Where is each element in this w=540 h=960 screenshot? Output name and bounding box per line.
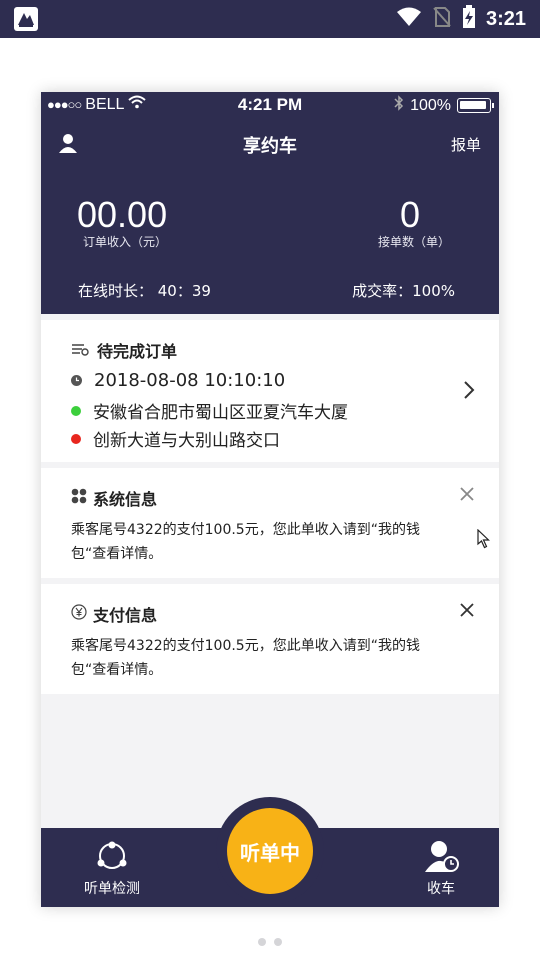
no-sim-icon — [432, 6, 452, 32]
order-time: 2018-08-08 10:10:10 — [94, 370, 286, 391]
orders-label: 接单数（单） — [378, 235, 451, 249]
battery-icon — [457, 98, 494, 113]
deal-rate: 成交率：100% — [352, 282, 455, 300]
close-icon[interactable] — [459, 486, 475, 506]
page-dot — [274, 938, 282, 946]
app-notification-icon — [14, 7, 38, 31]
nav-bar: 享约车 报单 — [41, 130, 499, 160]
page-indicator — [0, 938, 540, 946]
android-status-bar: 3:21 — [0, 0, 540, 38]
payment-message-title: 支付信息 — [93, 606, 158, 625]
battery-charging-icon — [462, 5, 476, 33]
listening-button[interactable]: 听单中 — [227, 808, 313, 894]
bluetooth-icon — [394, 95, 404, 116]
app-header: ●●●○○ BELL 4:21 PM 100% 享约车 报单 00.00 订单收… — [41, 92, 499, 314]
report-button[interactable]: 报单 — [451, 134, 481, 155]
tab-end-shift-label: 收车 — [427, 881, 455, 897]
order-list-icon — [71, 341, 89, 360]
order-origin: 安徽省合肥市蜀山区亚夏汽车大厦 — [93, 403, 348, 423]
grid-icon — [71, 488, 87, 508]
chevron-right-icon[interactable] — [463, 380, 475, 404]
battery-percent: 100% — [410, 96, 451, 114]
destination-dot-icon — [71, 433, 81, 444]
payment-message-card: 支付信息 乘客尾号4322的支付100.5元，您此单收入请到“我的钱包“查看详情… — [41, 584, 499, 694]
yuan-icon — [71, 604, 87, 624]
system-message-title: 系统信息 — [93, 490, 158, 509]
ios-status-bar: ●●●○○ BELL 4:21 PM 100% — [41, 92, 499, 118]
mouse-cursor-icon — [477, 528, 491, 553]
driver-clock-icon — [425, 840, 459, 876]
pending-order-title: 待完成订单 — [97, 342, 178, 361]
android-time: 3:21 — [485, 7, 526, 30]
pending-order-card[interactable]: 待完成订单 2018-08-08 10:10:10 安徽省合肥市蜀山区亚夏汽车大… — [41, 320, 499, 462]
order-destination: 创新大道与大别山路交口 — [93, 431, 280, 451]
tab-order-check-label: 听单检测 — [84, 881, 140, 897]
page-dot — [258, 938, 266, 946]
close-icon[interactable] — [459, 602, 475, 622]
system-message-card: 系统信息 乘客尾号4322的支付100.5元，您此单收入请到“我的钱包“查看详情… — [41, 468, 499, 578]
online-duration: 在线时长： 40：39 — [78, 282, 211, 300]
origin-dot-icon — [71, 405, 81, 416]
income-label: 订单收入（元） — [83, 235, 168, 249]
income-value: 00.00 — [77, 194, 168, 235]
page-title: 享约车 — [243, 136, 297, 157]
wifi-icon — [396, 7, 422, 31]
clock-icon — [71, 370, 82, 391]
tab-end-shift[interactable]: 收车 — [391, 828, 491, 907]
orders-value: 0 — [400, 194, 421, 235]
share-nodes-icon — [96, 840, 128, 876]
phone-frame: ●●●○○ BELL 4:21 PM 100% 享约车 报单 00.00 订单收… — [41, 92, 499, 907]
system-message-body: 乘客尾号4322的支付100.5元，您此单收入请到“我的钱包“查看详情。 — [71, 522, 420, 562]
payment-message-body: 乘客尾号4322的支付100.5元，您此单收入请到“我的钱包“查看详情。 — [71, 638, 420, 678]
tab-order-check[interactable]: 听单检测 — [62, 828, 162, 907]
